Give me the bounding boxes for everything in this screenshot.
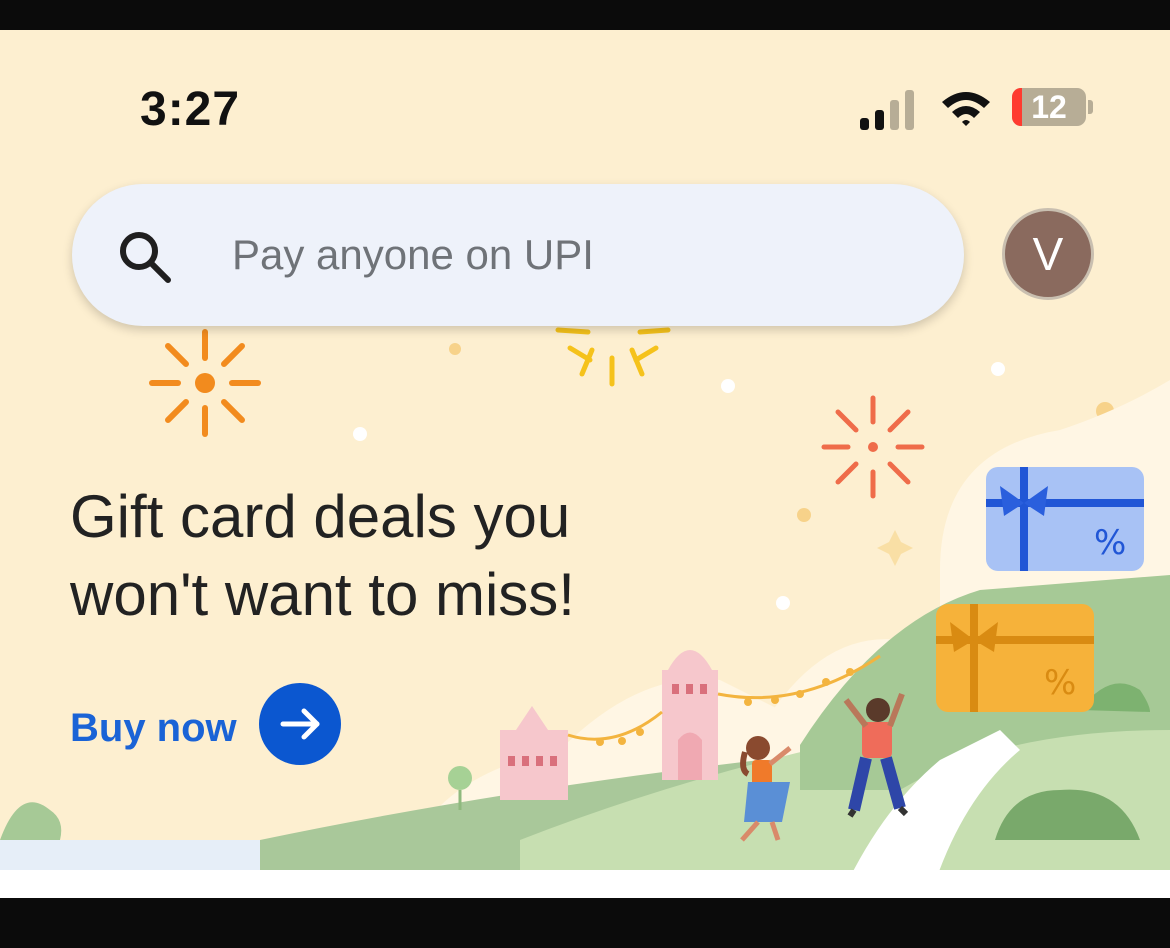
profile-avatar[interactable]: V <box>1002 208 1094 300</box>
battery-tip <box>1088 100 1093 114</box>
svg-text:%: % <box>1094 523 1126 563</box>
status-time: 3:27 <box>140 83 241 136</box>
gift-card-blue: % <box>986 467 1144 571</box>
firework-center <box>555 327 671 387</box>
search-bar[interactable] <box>72 184 964 326</box>
building-right <box>662 650 718 780</box>
promo-illustration: % % <box>0 327 1170 898</box>
buy-now-link[interactable]: Buy now <box>70 706 237 751</box>
search-icon <box>120 232 171 283</box>
wifi-icon <box>942 92 990 126</box>
svg-text:%: % <box>1044 663 1076 703</box>
search-input[interactable] <box>230 218 914 292</box>
buy-now-button[interactable] <box>259 683 341 765</box>
building-left <box>500 706 568 800</box>
battery-percentage: 12 <box>1031 89 1067 125</box>
battery-icon: 12 <box>1012 88 1086 126</box>
arrow-right-icon <box>280 708 320 740</box>
promo-headline: Gift card deals you won't want to miss! <box>70 483 575 628</box>
gift-card-orange: % <box>936 604 1094 712</box>
bottom-band <box>0 870 1170 898</box>
cellular-signal-icon <box>860 90 914 130</box>
app-screen: % % 3:27 12 Pay anyone on UPI V Gift car… <box>0 30 1170 898</box>
firework-left-core <box>195 373 215 393</box>
